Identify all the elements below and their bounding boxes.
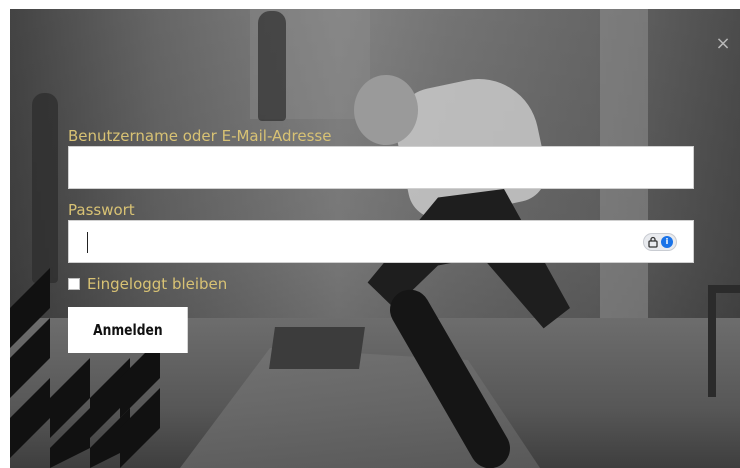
background-person-2 xyxy=(258,11,286,121)
close-icon[interactable]: × xyxy=(712,33,734,55)
lock-icon xyxy=(648,236,658,248)
remember-me-row: Eingeloggt bleiben xyxy=(68,274,694,294)
text-caret xyxy=(87,232,88,253)
remember-me-label[interactable]: Eingeloggt bleiben xyxy=(87,275,227,293)
login-modal: × Benutzername oder E-Mail-Adresse Passw… xyxy=(10,9,740,468)
password-field-wrapper: i xyxy=(68,220,694,263)
username-field-wrapper xyxy=(68,146,694,189)
username-label: Benutzername oder E-Mail-Adresse xyxy=(68,127,332,145)
password-input[interactable] xyxy=(69,221,693,262)
background-rail xyxy=(708,287,716,397)
login-form: Benutzername oder E-Mail-Adresse Passwor… xyxy=(68,127,694,353)
login-button[interactable]: Anmelden xyxy=(68,307,188,353)
password-label: Passwort xyxy=(68,201,135,219)
background-rail-top xyxy=(708,285,740,293)
remember-me-checkbox[interactable] xyxy=(68,278,80,290)
username-input[interactable] xyxy=(69,147,693,188)
background-person xyxy=(32,93,58,283)
password-manager-icon[interactable]: i xyxy=(643,233,677,251)
password-manager-key-icon: i xyxy=(661,236,673,248)
